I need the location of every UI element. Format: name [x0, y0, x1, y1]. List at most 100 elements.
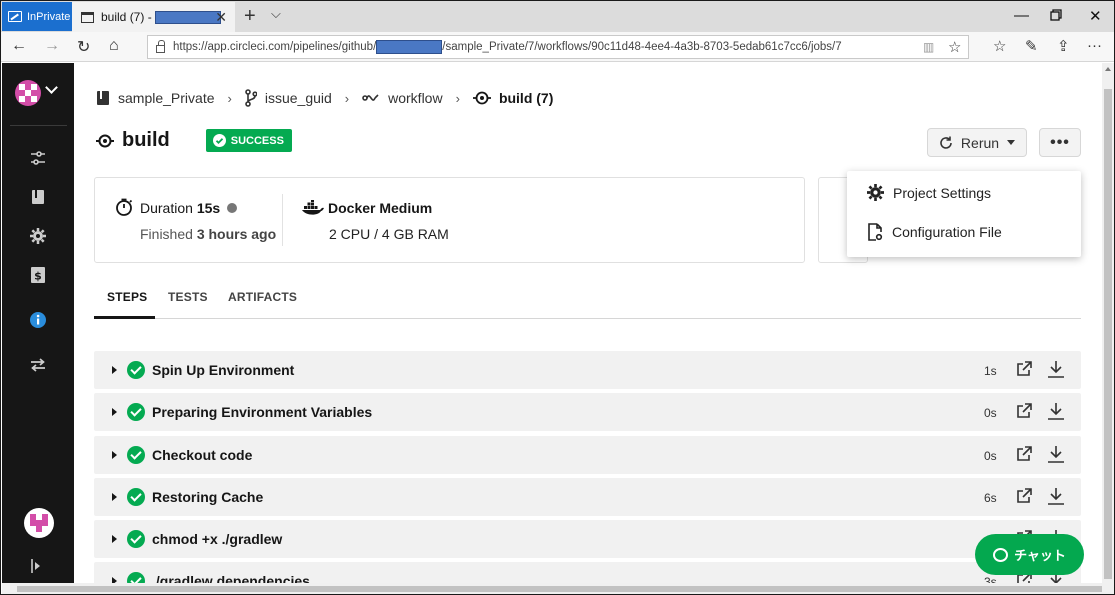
- more-actions-button[interactable]: •••: [1039, 128, 1081, 157]
- tab-artifacts[interactable]: ARTIFACTS: [228, 290, 297, 304]
- breadcrumb-project[interactable]: sample_Private: [96, 90, 215, 106]
- download-icon[interactable]: [1047, 445, 1065, 463]
- step-row[interactable]: chmod +x ./gradlew: [94, 520, 1081, 559]
- job-icon: [472, 91, 491, 105]
- tab-list-chevron-icon[interactable]: ⌵: [271, 6, 281, 22]
- horizontal-scrollbar[interactable]: [2, 583, 1114, 594]
- back-icon[interactable]: ←: [11, 37, 27, 55]
- open-external-icon[interactable]: [1016, 488, 1032, 504]
- step-name: Preparing Environment Variables: [152, 404, 373, 421]
- info-tooltip-icon[interactable]: [227, 203, 237, 213]
- step-name: ./gradlew dependencies: [152, 573, 310, 583]
- menu-item-project-settings[interactable]: Project Settings: [867, 184, 991, 201]
- job-tabs: STEPS TESTS ARTIFACTS: [94, 285, 1081, 319]
- chevron-right-icon: ›: [227, 90, 232, 106]
- share-icon[interactable]: ⇪: [1057, 37, 1070, 55]
- rerun-icon: [940, 136, 952, 149]
- close-window-icon[interactable]: ✕: [1089, 7, 1102, 25]
- project-book-icon: [97, 91, 109, 105]
- step-row[interactable]: Preparing Environment Variables 0s: [94, 393, 1081, 432]
- url-prefix: https://app.circleci.com/pipelines/githu…: [173, 41, 377, 53]
- step-duration: 1s: [984, 364, 997, 378]
- download-icon[interactable]: [1047, 360, 1065, 378]
- step-name: Restoring Cache: [152, 488, 264, 505]
- url-input[interactable]: https://app.circleci.com/pipelines/githu…: [147, 35, 969, 59]
- refresh-icon[interactable]: ↻: [77, 37, 90, 57]
- step-row[interactable]: Restoring Cache 6s: [94, 477, 1081, 516]
- page-title: build SUCCESS: [96, 129, 292, 152]
- page-icon: [81, 11, 94, 23]
- browser-tab-active[interactable]: build (7) - ✕: [72, 2, 235, 32]
- check-circle-icon: [212, 134, 226, 147]
- projects-icon[interactable]: [29, 188, 47, 206]
- expand-sidebar-icon[interactable]: [31, 559, 43, 573]
- chevron-right-icon: ›: [455, 90, 460, 106]
- inprivate-icon: [8, 11, 22, 22]
- new-tab-icon[interactable]: +: [244, 5, 256, 28]
- menu-item-configuration-file[interactable]: Configuration File: [867, 223, 1002, 241]
- redacted-block: [376, 40, 443, 54]
- dashboard-icon[interactable]: [29, 149, 47, 167]
- scrollbar-thumb[interactable]: [17, 586, 1102, 592]
- chat-bubble-icon: [993, 547, 1009, 562]
- pen-icon[interactable]: ✎: [1025, 37, 1038, 55]
- scroll-up-arrow-icon[interactable]: [1105, 67, 1111, 71]
- job-icon: [96, 134, 114, 147]
- breadcrumb-workflow-label: workflow: [388, 90, 443, 106]
- chat-label: チャット: [1014, 548, 1066, 563]
- rerun-button[interactable]: Rerun: [927, 128, 1027, 157]
- browser-tab-bar: InPrivate build (7) - ✕ + ⌵ — ✕: [1, 1, 1114, 32]
- minimize-icon[interactable]: —: [1014, 7, 1029, 24]
- rerun-label: Rerun: [960, 134, 1000, 151]
- settings-gear-icon[interactable]: [29, 227, 47, 245]
- restore-icon[interactable]: [1050, 8, 1062, 25]
- scrollbar-thumb[interactable]: [1104, 89, 1112, 579]
- expand-arrow-icon[interactable]: [112, 366, 117, 374]
- stopwatch-icon: [116, 198, 133, 216]
- home-icon[interactable]: ⌂: [109, 37, 119, 55]
- open-external-icon[interactable]: [1016, 445, 1032, 462]
- redacted-block: [154, 11, 221, 25]
- open-external-icon[interactable]: [1016, 361, 1032, 377]
- org-avatar[interactable]: [15, 80, 41, 106]
- favorites-list-icon[interactable]: ☆: [993, 37, 1006, 55]
- download-icon[interactable]: [1047, 402, 1065, 421]
- step-row[interactable]: Spin Up Environment 1s: [94, 351, 1081, 389]
- duration-label: Duration: [140, 200, 193, 216]
- step-duration: 0s: [984, 406, 997, 421]
- step-row[interactable]: Checkout code 0s: [94, 435, 1081, 474]
- tab-steps[interactable]: STEPS: [107, 290, 147, 304]
- success-check-icon: [127, 445, 145, 464]
- plan-billing-icon[interactable]: $: [29, 266, 47, 284]
- menu-item-label: Project Settings: [893, 184, 992, 201]
- download-icon[interactable]: [1047, 487, 1065, 505]
- active-tab-indicator: [94, 316, 155, 319]
- favorite-star-icon[interactable]: ☆: [948, 38, 961, 56]
- info-icon[interactable]: [29, 311, 47, 329]
- expand-arrow-icon[interactable]: [112, 535, 117, 544]
- expand-arrow-icon[interactable]: [112, 450, 117, 459]
- breadcrumb-branch[interactable]: issue_guid: [245, 89, 332, 107]
- forward-icon[interactable]: →: [44, 37, 60, 55]
- breadcrumb-branch-label: issue_guid: [264, 90, 332, 106]
- job-title-text: build: [122, 129, 170, 151]
- executor-spec: 2 CPU / 4 GB RAM: [329, 226, 449, 242]
- expand-arrow-icon[interactable]: [112, 492, 117, 501]
- step-row[interactable]: ./gradlew dependencies 3s: [94, 562, 1081, 583]
- chat-button[interactable]: チャット: [975, 534, 1084, 575]
- tab-title: build (7) -: [101, 10, 221, 25]
- close-tab-icon[interactable]: ✕: [215, 9, 227, 26]
- more-icon[interactable]: ···: [1087, 37, 1102, 54]
- tab-tests[interactable]: TESTS: [168, 290, 208, 304]
- open-external-icon[interactable]: [1016, 403, 1032, 419]
- chevron-down-icon[interactable]: [45, 81, 58, 94]
- user-avatar[interactable]: [24, 508, 54, 538]
- reading-view-icon[interactable]: ▥: [923, 40, 934, 54]
- sidebar-divider: [10, 125, 67, 126]
- success-check-icon: [127, 487, 145, 506]
- expand-arrow-icon[interactable]: [112, 408, 117, 417]
- vertical-scrollbar[interactable]: [1102, 63, 1114, 583]
- breadcrumb-workflow[interactable]: workflow: [362, 90, 443, 106]
- switch-org-icon[interactable]: [29, 356, 47, 374]
- browser-address-bar: ← → ↻ ⌂ https://app.circleci.com/pipelin…: [1, 32, 1114, 62]
